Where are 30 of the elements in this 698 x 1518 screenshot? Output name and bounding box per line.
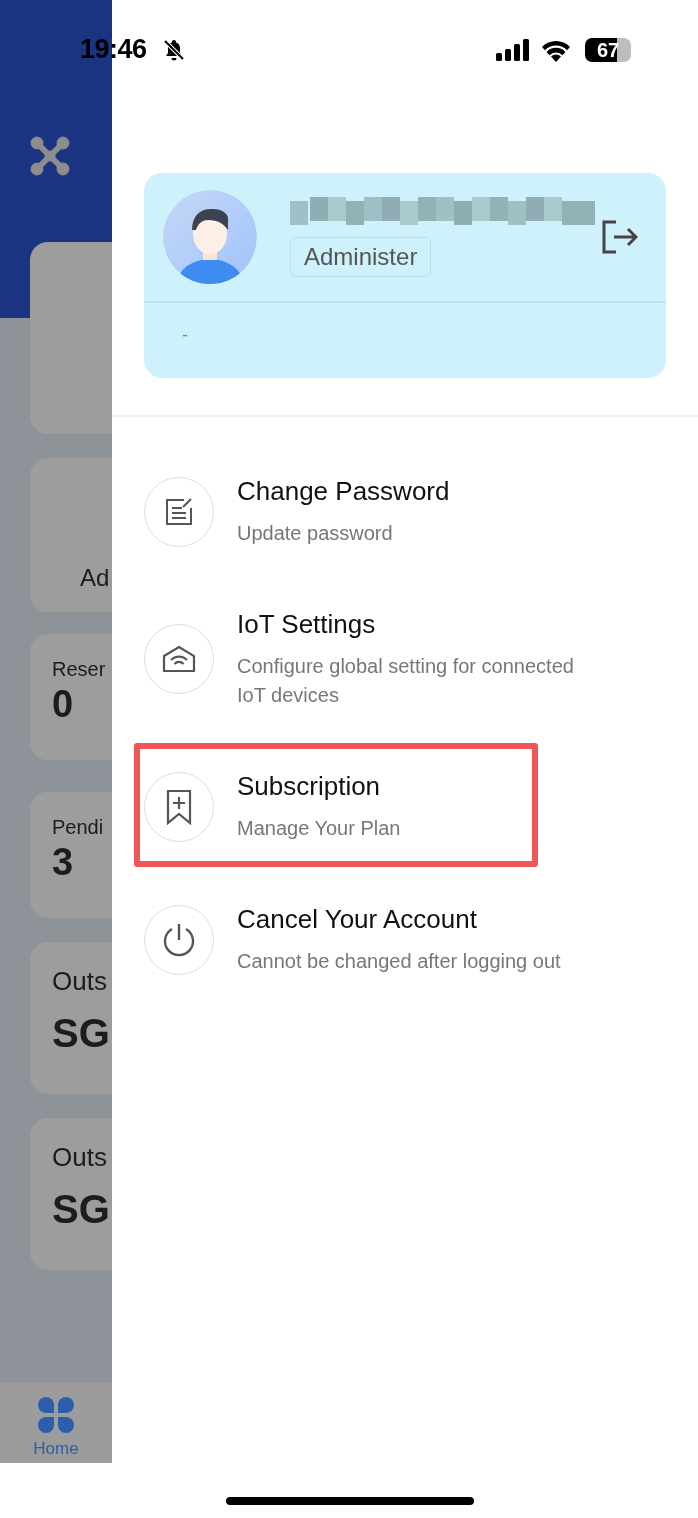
stat-value: SG [52, 1187, 111, 1232]
stat-label: Pendi [52, 816, 105, 839]
stat-value: SG [52, 1011, 111, 1056]
stat-value: 3 [52, 841, 75, 884]
menu-title[interactable]: Subscription [237, 770, 381, 802]
bell-off-icon [162, 38, 186, 62]
profile-detail: - [181, 324, 189, 346]
menu-title[interactable]: Change Password [237, 475, 450, 507]
menu-subtitle: Update password [237, 521, 394, 546]
menu-subtitle: Manage Your Plan [237, 816, 402, 841]
stat-value: 0 [52, 683, 75, 726]
action-label: Ad [80, 564, 110, 591]
menu-subtitle: Cannot be changed after logging out [237, 949, 562, 974]
bookmark-plus-icon [166, 788, 192, 825]
role-badge: Administer [290, 237, 432, 277]
menu-subtitle: Configure global setting for connected IoT devices [237, 654, 574, 708]
menu-title[interactable]: Cancel Your Account [237, 903, 477, 935]
power-icon [162, 921, 196, 958]
signal-icon [496, 39, 530, 61]
wifi-icon [540, 38, 572, 62]
stat-label: Outs [52, 1142, 108, 1173]
network-logo-icon [30, 136, 70, 176]
logout-icon[interactable] [602, 220, 638, 254]
home-grid-icon [38, 1397, 74, 1433]
stat-label: Reser [52, 658, 107, 681]
avatar-icon [163, 190, 257, 284]
menu-title[interactable]: IoT Settings [237, 608, 376, 640]
stat-label: Outs [52, 966, 108, 997]
wifi-house-icon [162, 644, 196, 674]
edit-document-icon [164, 496, 194, 527]
